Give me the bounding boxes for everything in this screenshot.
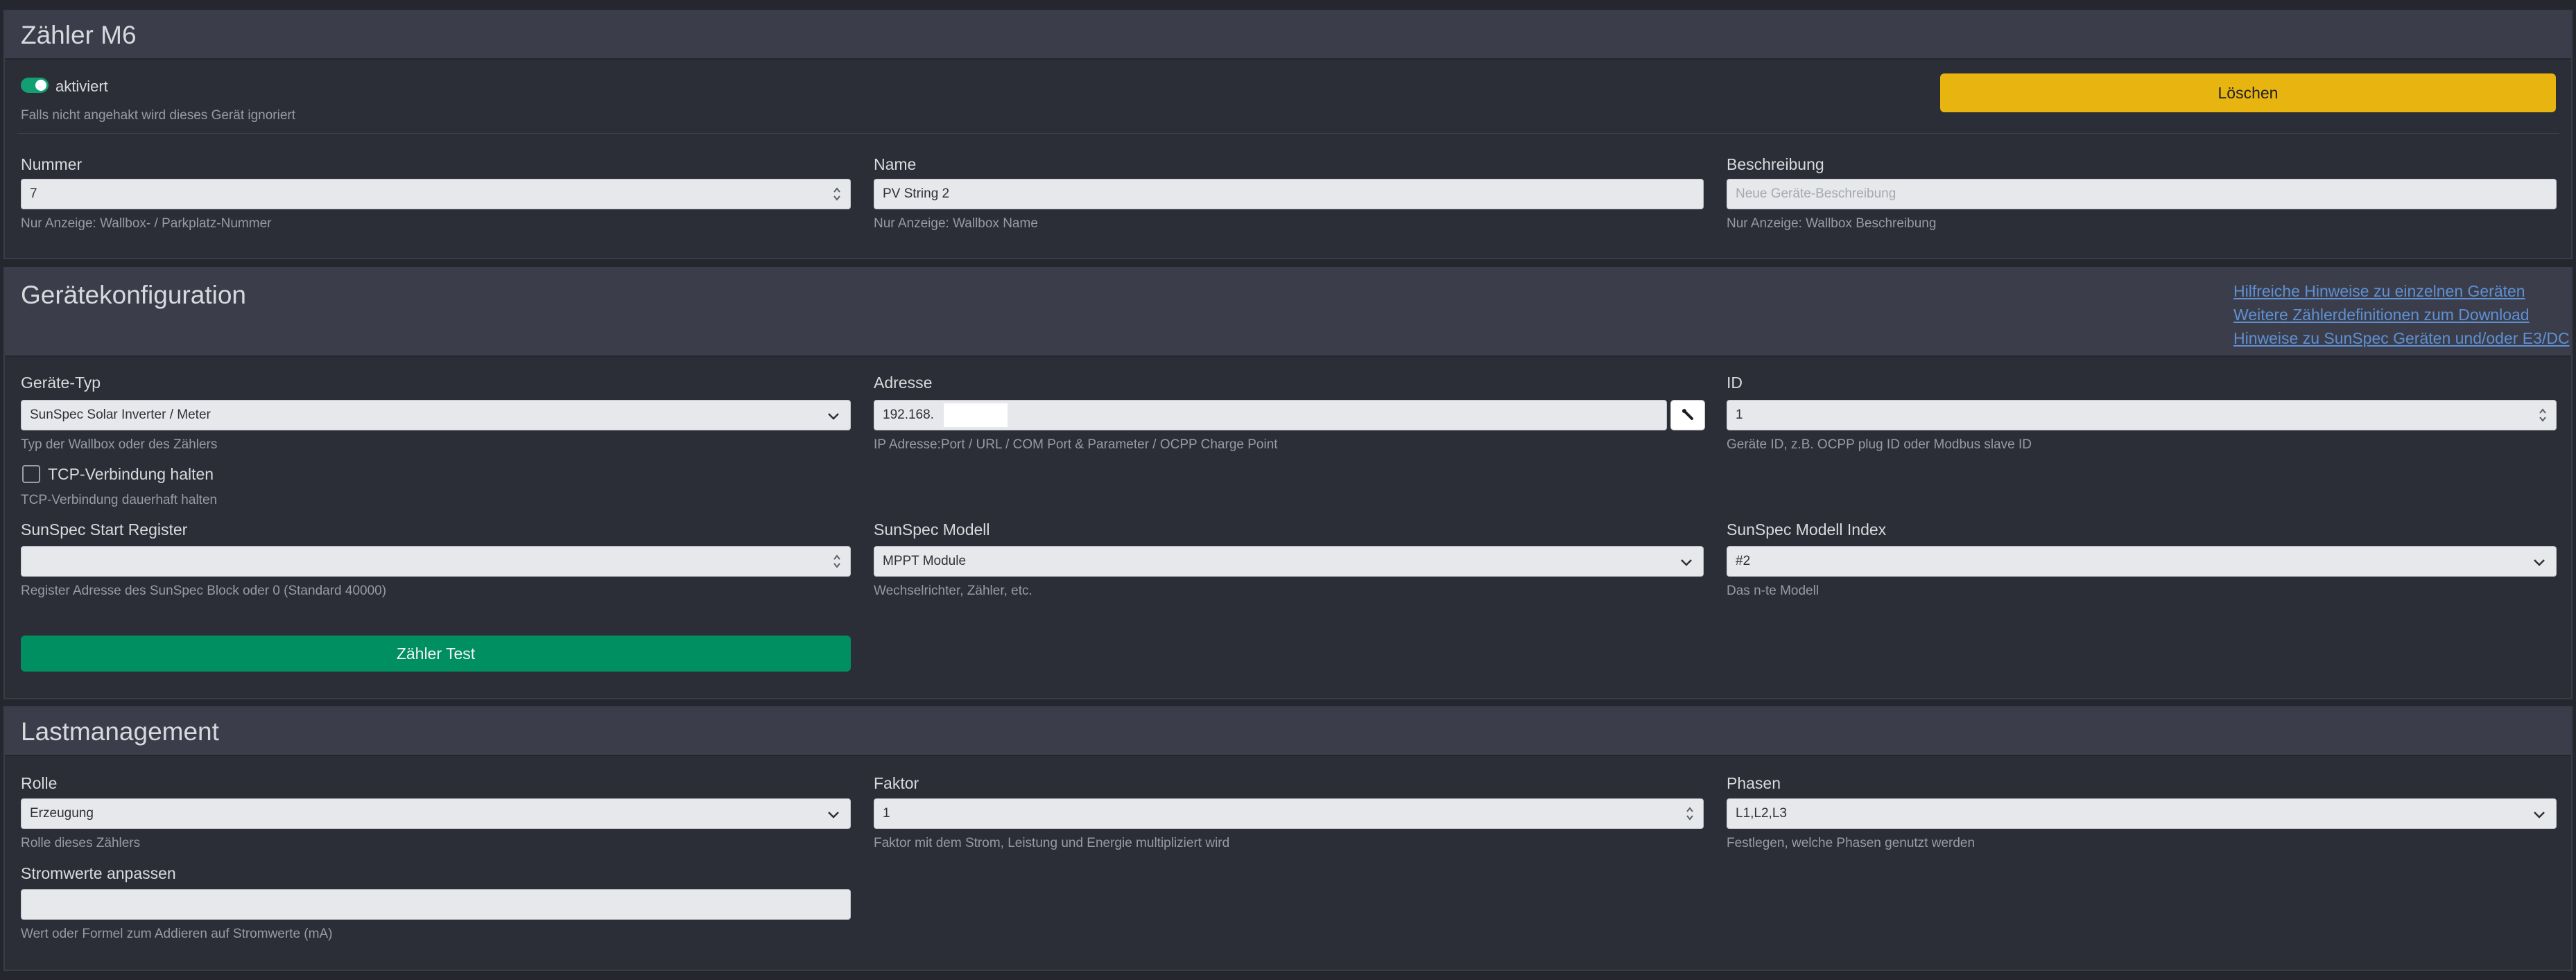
model-index-label: SunSpec Modell Index — [1727, 520, 1887, 539]
role-label: Rolle — [21, 774, 58, 792]
factor-hint: Faktor mit dem Strom, Leistung und Energ… — [874, 836, 1230, 850]
current-adjust-hint: Wert oder Formel zum Addieren auf Stromw… — [21, 927, 333, 941]
name-value: PV String 2 — [883, 186, 950, 201]
edit-icon — [1682, 409, 1693, 420]
model-label: SunSpec Modell — [874, 520, 990, 539]
toggle-switch-icon — [35, 80, 46, 91]
start-register-hint: Register Adresse des SunSpec Block oder … — [21, 584, 387, 598]
spinner-icon[interactable] — [1685, 805, 1695, 823]
load-title: Lastmanagement — [21, 717, 219, 746]
current-adjust-input[interactable] — [21, 889, 851, 920]
config-panel-header: Gerätekonfiguration Hilfreiche Hinweise … — [5, 268, 2571, 357]
device-type-value: SunSpec Solar Inverter / Meter — [30, 408, 211, 422]
meter-test-button[interactable]: Zähler Test — [21, 636, 851, 672]
chevron-down-icon — [828, 413, 839, 420]
address-redaction — [944, 403, 1008, 427]
id-hint: Geräte ID, z.B. OCPP plug ID oder Modbus… — [1727, 437, 2032, 452]
tcp-keep-label: TCP-Verbindung halten — [48, 465, 214, 483]
config-panel: Gerätekonfiguration Hilfreiche Hinweise … — [3, 267, 2573, 699]
phases-value: L1,L2,L3 — [1736, 806, 1787, 821]
phases-select[interactable]: L1,L2,L3 — [1727, 798, 2557, 829]
page-title: Zähler M6 — [21, 21, 137, 49]
phases-label: Phasen — [1727, 774, 1781, 792]
load-panel: Lastmanagement Rolle Erzeugung Rolle die… — [3, 706, 2573, 971]
model-hint: Wechselrichter, Zähler, etc. — [874, 584, 1032, 598]
name-label: Name — [874, 155, 917, 173]
tcp-keep-hint: TCP-Verbindung dauerhaft halten — [21, 493, 218, 507]
device-type-label: Geräte-Typ — [21, 374, 101, 392]
number-value: 7 — [30, 186, 37, 201]
address-input[interactable]: 192.168. — [874, 400, 1667, 430]
chevron-down-icon — [828, 812, 839, 819]
model-index-hint: Das n-te Modell — [1727, 584, 1819, 598]
role-value: Erzeugung — [30, 806, 94, 821]
load-panel-header: Lastmanagement — [5, 708, 2571, 756]
spinner-icon[interactable] — [2538, 406, 2548, 424]
name-hint: Nur Anzeige: Wallbox Name — [874, 216, 1038, 231]
start-register-label: SunSpec Start Register — [21, 520, 188, 539]
chevron-down-icon — [2534, 559, 2545, 566]
factor-value: 1 — [883, 806, 890, 821]
delete-button[interactable]: Löschen — [1940, 73, 2556, 112]
id-label: ID — [1727, 374, 1743, 392]
number-input[interactable]: 7 — [21, 179, 851, 209]
model-index-value: #2 — [1736, 554, 1751, 568]
tcp-keep-checkbox[interactable] — [22, 465, 40, 483]
address-tool-button[interactable] — [1670, 400, 1705, 430]
factor-input[interactable]: 1 — [874, 798, 1704, 829]
description-placeholder: Neue Geräte-Beschreibung — [1736, 186, 1896, 201]
id-value: 1 — [1736, 408, 1743, 422]
id-input[interactable]: 1 — [1727, 400, 2557, 430]
link-meter-definitions[interactable]: Weitere Zählerdefinitionen zum Download — [2233, 306, 2530, 324]
current-adjust-label: Stromwerte anpassen — [21, 864, 176, 882]
link-device-hints[interactable]: Hilfreiche Hinweise zu einzelnen Geräten — [2233, 282, 2525, 301]
role-hint: Rolle dieses Zählers — [21, 836, 141, 850]
address-label: Adresse — [874, 374, 933, 392]
enabled-toggle[interactable] — [21, 78, 49, 93]
name-input[interactable]: PV String 2 — [874, 179, 1704, 209]
chevron-down-icon — [2534, 812, 2545, 819]
description-hint: Nur Anzeige: Wallbox Beschreibung — [1727, 216, 1937, 231]
model-index-select[interactable]: #2 — [1727, 546, 2557, 577]
description-label: Beschreibung — [1727, 155, 1824, 173]
device-panel: Zähler M6 aktiviert Falls nicht angehakt… — [3, 10, 2573, 259]
link-sunspec-hints[interactable]: Hinweise zu SunSpec Geräten und/oder E3/… — [2233, 329, 2570, 348]
enabled-label: aktiviert — [55, 78, 108, 95]
start-register-input[interactable] — [21, 546, 851, 577]
chevron-down-icon — [1681, 559, 1692, 566]
address-hint: IP Adresse:Port / URL / COM Port & Param… — [874, 437, 1278, 452]
number-label: Nummer — [21, 155, 83, 173]
enabled-hint: Falls nicht angehakt wird dieses Gerät i… — [21, 108, 296, 123]
number-hint: Nur Anzeige: Wallbox- / Parkplatz-Nummer — [21, 216, 272, 231]
phases-hint: Festlegen, welche Phasen genutzt werden — [1727, 836, 1976, 850]
spinner-icon[interactable] — [832, 552, 842, 570]
device-type-select[interactable]: SunSpec Solar Inverter / Meter — [21, 400, 851, 430]
device-type-hint: Typ der Wallbox oder des Zählers — [21, 437, 218, 452]
spinner-icon[interactable] — [832, 185, 842, 203]
model-select[interactable]: MPPT Module — [874, 546, 1704, 577]
model-value: MPPT Module — [883, 554, 967, 568]
factor-label: Faktor — [874, 774, 919, 792]
config-title: Gerätekonfiguration — [21, 281, 246, 309]
role-select[interactable]: Erzeugung — [21, 798, 851, 829]
device-panel-header: Zähler M6 — [5, 11, 2571, 60]
address-value: 192.168. — [883, 408, 934, 422]
description-input[interactable]: Neue Geräte-Beschreibung — [1727, 179, 2557, 209]
device-divider — [17, 133, 2559, 134]
